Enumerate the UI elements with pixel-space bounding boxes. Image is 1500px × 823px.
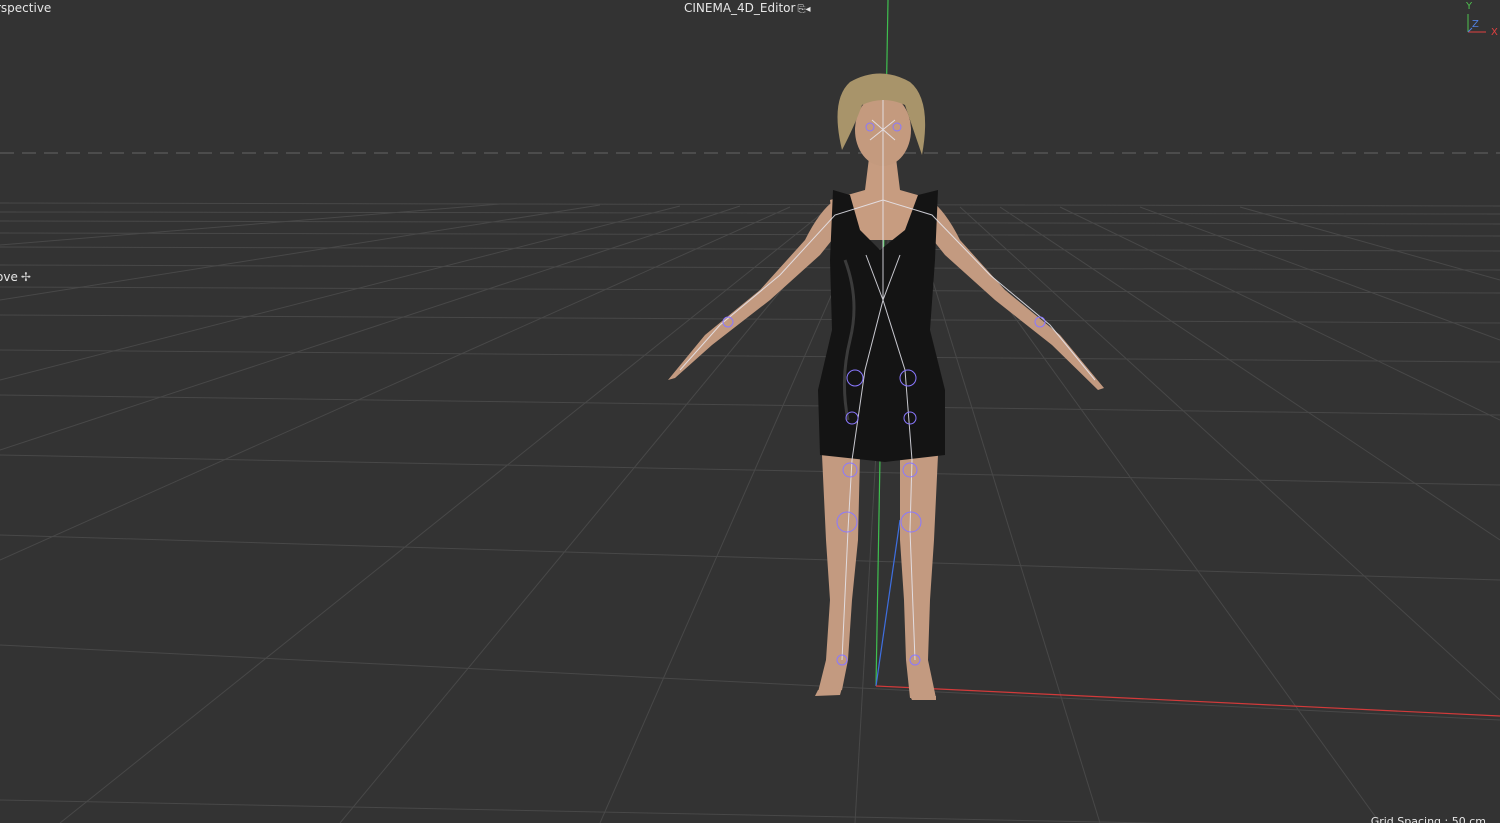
gizmo-x-label: X	[1491, 27, 1498, 38]
camera-name-text: CINEMA_4D_Editor	[684, 1, 796, 15]
active-tool-label: ove✢	[0, 270, 31, 284]
camera-name-label[interactable]: CINEMA_4D_Editor ⎘◂	[684, 1, 810, 17]
right-foot	[910, 696, 936, 700]
camera-lock-icon[interactable]: ⎘◂	[797, 3, 810, 17]
active-tool-text: ove	[0, 270, 18, 284]
3d-viewport[interactable]: rspective CINEMA_4D_Editor⎘◂ ove✢ Grid S…	[0, 0, 1500, 823]
right-leg	[900, 455, 938, 698]
grid-spacing-label: Grid Spacing : 50 cm	[1370, 815, 1486, 823]
floor-grid	[0, 202, 1500, 823]
viewport-scene[interactable]	[0, 0, 1500, 823]
z-axis-line	[875, 519, 901, 687]
view-name-label[interactable]: rspective	[0, 1, 51, 15]
gizmo-y-label: Y	[1466, 1, 1473, 12]
gizmo-z-label: Z	[1472, 19, 1479, 30]
axis-gizmo[interactable]: Y Z X	[1460, 0, 1500, 40]
x-axis-line	[875, 685, 1500, 717]
move-cross-icon: ✢	[20, 270, 31, 284]
character-model[interactable]	[668, 73, 1104, 701]
